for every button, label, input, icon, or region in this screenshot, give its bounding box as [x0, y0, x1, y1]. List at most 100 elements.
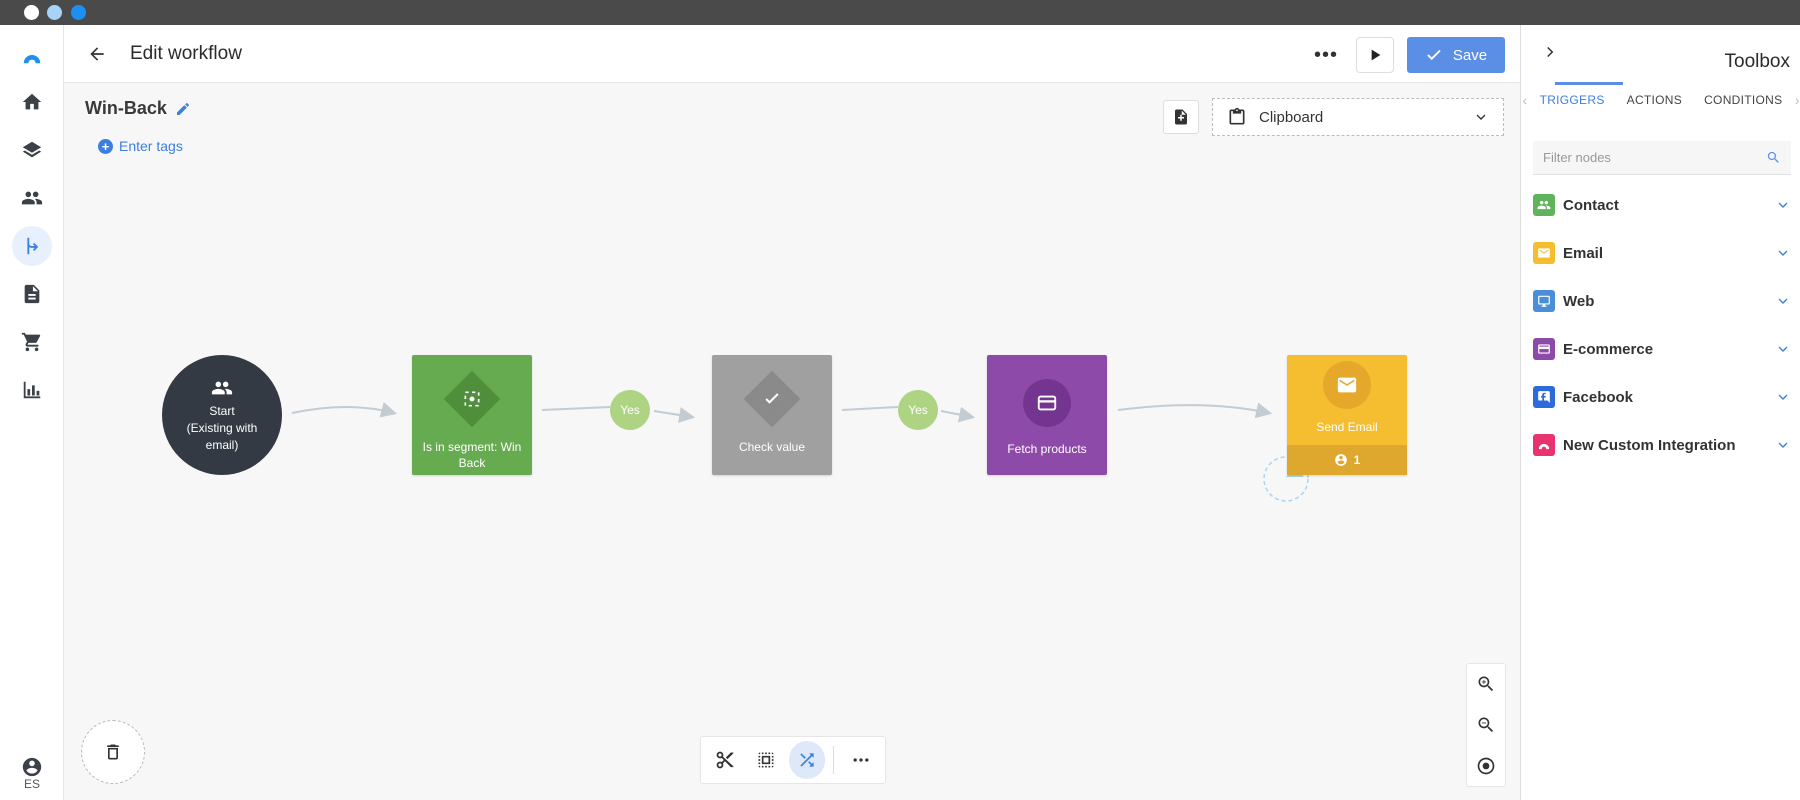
node-send-email[interactable]: Send Email 1: [1287, 355, 1407, 475]
tabs-scroll-right[interactable]: ›: [1793, 92, 1800, 108]
trash-icon: [107, 744, 119, 760]
category-facebook[interactable]: Facebook: [1533, 382, 1791, 412]
connector-fetch-email: [1117, 402, 1273, 419]
filter-placeholder: Filter nodes: [1543, 150, 1611, 165]
logo-icon[interactable]: [12, 35, 52, 75]
play-icon: [1371, 49, 1381, 61]
yes-badge-2[interactable]: Yes: [898, 390, 938, 430]
chevron-right-icon: [1547, 46, 1554, 58]
tab-conditions[interactable]: CONDITIONS: [1693, 83, 1793, 117]
segment-diamond: [443, 370, 501, 428]
cart-icon[interactable]: [12, 322, 52, 362]
workflow-canvas[interactable]: Win-Back + Enter tags Clipboard Start (E…: [64, 83, 1520, 800]
toolbar-divider: [833, 746, 835, 774]
auto-arrange-button[interactable]: [788, 741, 826, 779]
document-icon[interactable]: [12, 274, 52, 314]
category-web[interactable]: Web: [1533, 286, 1791, 316]
shuffle-icon: [800, 753, 814, 767]
connector-segment-yes: [541, 406, 611, 411]
category-web-label: Web: [1563, 292, 1595, 310]
users-icon[interactable]: [12, 178, 52, 218]
window-minimize-dot[interactable]: [47, 5, 62, 20]
save-button[interactable]: Save: [1407, 37, 1505, 73]
category-contact-label: Contact: [1563, 196, 1619, 214]
pencil-icon[interactable]: [175, 101, 191, 117]
tabs-scroll-left[interactable]: ‹: [1521, 92, 1529, 108]
category-ecommerce[interactable]: E-commerce: [1533, 334, 1791, 364]
layers-icon[interactable]: [12, 130, 52, 170]
zoom-controls: [1466, 663, 1506, 787]
connector-yes-fetch: [940, 406, 976, 423]
custom-integration-category-icon: [1533, 434, 1555, 456]
scissors-icon: [717, 751, 734, 769]
yes-badge-1[interactable]: Yes: [610, 390, 650, 430]
zoom-out-icon[interactable]: [1476, 715, 1496, 735]
window-close-dot[interactable]: [24, 5, 39, 20]
more-options-button[interactable]: •••: [1311, 42, 1341, 68]
email-contact-count[interactable]: 1: [1287, 445, 1407, 475]
tab-triggers[interactable]: TRIGGERS: [1529, 83, 1616, 117]
connector-check-yes: [841, 406, 899, 411]
clipboard-dropdown[interactable]: Clipboard: [1212, 98, 1504, 136]
email-category-icon: [1533, 242, 1555, 264]
window-maximize-dot[interactable]: [71, 5, 86, 20]
check-icon: [1427, 49, 1441, 61]
select-area-button[interactable]: [748, 741, 785, 779]
fetch-icon-circle: [1023, 379, 1071, 427]
chevron-down-icon: [1778, 394, 1788, 400]
delete-dropzone[interactable]: [81, 720, 145, 784]
node-fetch-products[interactable]: Fetch products: [987, 355, 1107, 475]
node-fetch-label: Fetch products: [1007, 442, 1087, 456]
toolbox-collapse-button[interactable]: [1541, 43, 1561, 63]
search-icon: [1767, 151, 1779, 163]
email-count-value: 1: [1353, 453, 1361, 467]
contact-category-icon: [1533, 194, 1555, 216]
target-icon: [464, 391, 480, 407]
chevron-down-icon: [1778, 202, 1788, 208]
enter-tags-button[interactable]: + Enter tags: [98, 138, 183, 154]
nav-rail: ES: [0, 25, 64, 800]
cut-button[interactable]: [707, 741, 744, 779]
workflow-icon[interactable]: [12, 226, 52, 266]
user-circle-icon: [1334, 454, 1347, 466]
connector-start-segment: [291, 401, 398, 418]
node-segment-condition[interactable]: Is in segment: Win Back: [412, 355, 532, 475]
filter-nodes-input[interactable]: Filter nodes: [1533, 141, 1791, 175]
email-icon-circle: [1323, 361, 1371, 409]
credit-card-icon: [1037, 395, 1057, 411]
chevron-down-icon: [1778, 250, 1788, 256]
toolbox-title: Toolbox: [1724, 51, 1791, 72]
users-icon: [211, 381, 233, 394]
node-check-value[interactable]: Check value: [712, 355, 832, 475]
chevron-down-icon: [1778, 442, 1788, 448]
toolbox-panel: Toolbox ‹ TRIGGERS ACTIONS CONDITIONS › …: [1520, 25, 1800, 800]
category-new-custom-integration[interactable]: New Custom Integration: [1533, 430, 1791, 460]
plus-circle-icon: +: [98, 138, 113, 154]
center-focus-icon[interactable]: [1476, 756, 1496, 776]
tab-actions[interactable]: ACTIONS: [1616, 83, 1693, 117]
run-workflow-button[interactable]: [1356, 37, 1394, 73]
zoom-in-icon[interactable]: [1476, 674, 1496, 694]
category-email[interactable]: Email: [1533, 238, 1791, 268]
node-segment-label: Is in segment: Win Back: [422, 440, 522, 470]
node-email-label: Send Email: [1316, 420, 1378, 434]
add-note-button[interactable]: [1163, 100, 1199, 134]
language-indicator[interactable]: ES: [0, 777, 64, 791]
home-icon[interactable]: [12, 82, 52, 122]
facebook-category-icon: [1533, 386, 1555, 408]
chevron-down-icon: [1778, 298, 1788, 304]
toolbox-tabs: ‹ TRIGGERS ACTIONS CONDITIONS ›: [1521, 83, 1800, 117]
canvas-toolbar: [700, 736, 886, 784]
category-custom-integration-label: New Custom Integration: [1563, 436, 1736, 454]
select-all-icon: [758, 752, 774, 768]
category-contact[interactable]: Contact: [1533, 190, 1791, 220]
toolbar-more-button[interactable]: [842, 741, 879, 779]
workflow-name[interactable]: Win-Back: [85, 98, 191, 119]
chevron-down-icon: [1778, 346, 1788, 352]
node-check-label: Check value: [738, 440, 806, 454]
chart-icon[interactable]: [12, 370, 52, 410]
node-start[interactable]: Start (Existing with email): [162, 355, 282, 475]
check-icon: [765, 393, 779, 404]
category-email-label: Email: [1563, 244, 1604, 262]
back-button[interactable]: [84, 41, 110, 67]
